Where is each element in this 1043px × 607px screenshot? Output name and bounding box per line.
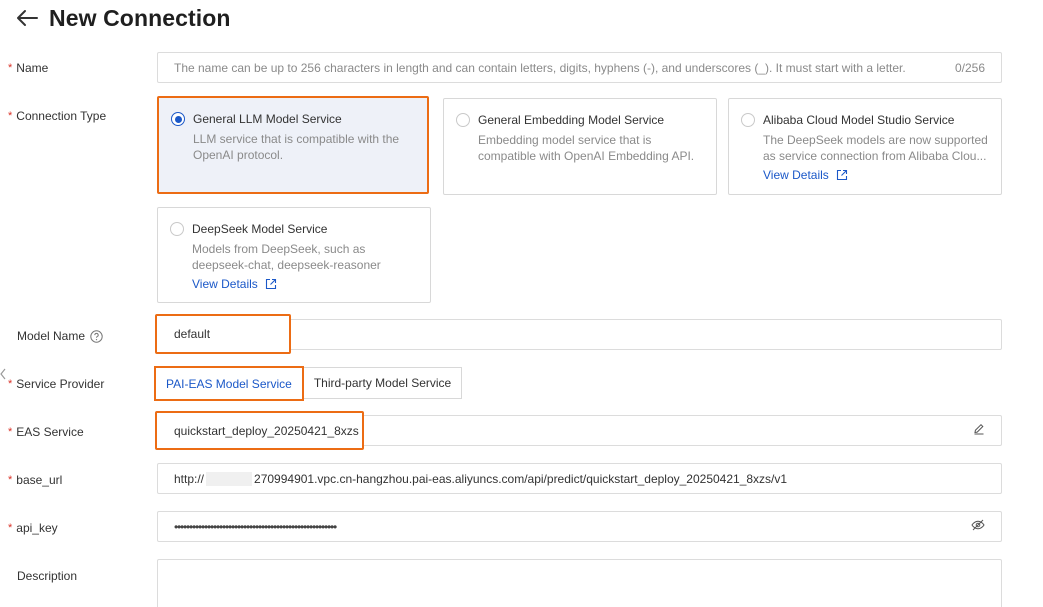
- eas-service-label: * EAS Service: [8, 425, 84, 439]
- view-details-link[interactable]: View Details: [763, 168, 989, 182]
- eye-hidden-icon[interactable]: [971, 519, 985, 534]
- page-title: New Connection: [49, 4, 231, 31]
- model-name-label: Model Name: [17, 329, 103, 343]
- provider-pai-eas-button[interactable]: PAI-EAS Model Service: [154, 366, 304, 401]
- base-url-input[interactable]: http:// 270994901.vpc.cn-hangzhou.pai-ea…: [157, 463, 1002, 494]
- help-circle-icon[interactable]: [90, 329, 103, 343]
- edit-pencil-icon[interactable]: [973, 423, 985, 438]
- connection-option-deepseek[interactable]: DeepSeek Model Service Models from DeepS…: [157, 207, 431, 303]
- external-link-icon: [836, 169, 847, 181]
- description-textarea[interactable]: [157, 559, 1002, 607]
- name-placeholder: The name can be up to 256 characters in …: [174, 60, 906, 75]
- page-header: New Connection: [14, 4, 231, 32]
- arrow-left-icon[interactable]: [14, 7, 40, 29]
- radio-icon[interactable]: [741, 113, 755, 127]
- base-url-label: * base_url: [8, 473, 63, 487]
- api-key-input[interactable]: ••••••••••••••••••••••••••••••••••••••••…: [157, 511, 1002, 542]
- service-provider-label: * Service Provider: [8, 377, 105, 391]
- radio-icon[interactable]: [170, 222, 184, 236]
- name-input[interactable]: The name can be up to 256 characters in …: [157, 52, 1002, 83]
- redacted-mask: [206, 471, 253, 486]
- connection-option-model-studio[interactable]: Alibaba Cloud Model Studio Service The D…: [728, 98, 1002, 195]
- description-label: Description: [17, 569, 78, 583]
- name-char-counter: 0/256: [954, 60, 985, 75]
- api-key-label: * api_key: [8, 521, 58, 535]
- view-details-link[interactable]: View Details: [192, 277, 418, 291]
- eas-service-value[interactable]: quickstart_deploy_20250421_8xzs: [155, 411, 364, 450]
- collapse-chevron-icon[interactable]: [0, 364, 6, 384]
- service-provider-toggle[interactable]: PAI-EAS Model Service Third-party Model …: [154, 366, 463, 401]
- radio-icon[interactable]: [456, 113, 470, 127]
- external-link-icon: [265, 278, 276, 290]
- connection-option-general-llm[interactable]: General LLM Model Service LLM service th…: [157, 96, 429, 194]
- provider-third-party-button[interactable]: Third-party Model Service: [303, 367, 463, 399]
- name-label: * Name: [8, 61, 49, 75]
- connection-option-general-embedding[interactable]: General Embedding Model Service Embeddin…: [443, 98, 717, 195]
- radio-selected-icon[interactable]: [171, 112, 185, 126]
- connection-type-label: * Connection Type: [8, 109, 107, 123]
- model-name-input[interactable]: default: [155, 314, 291, 354]
